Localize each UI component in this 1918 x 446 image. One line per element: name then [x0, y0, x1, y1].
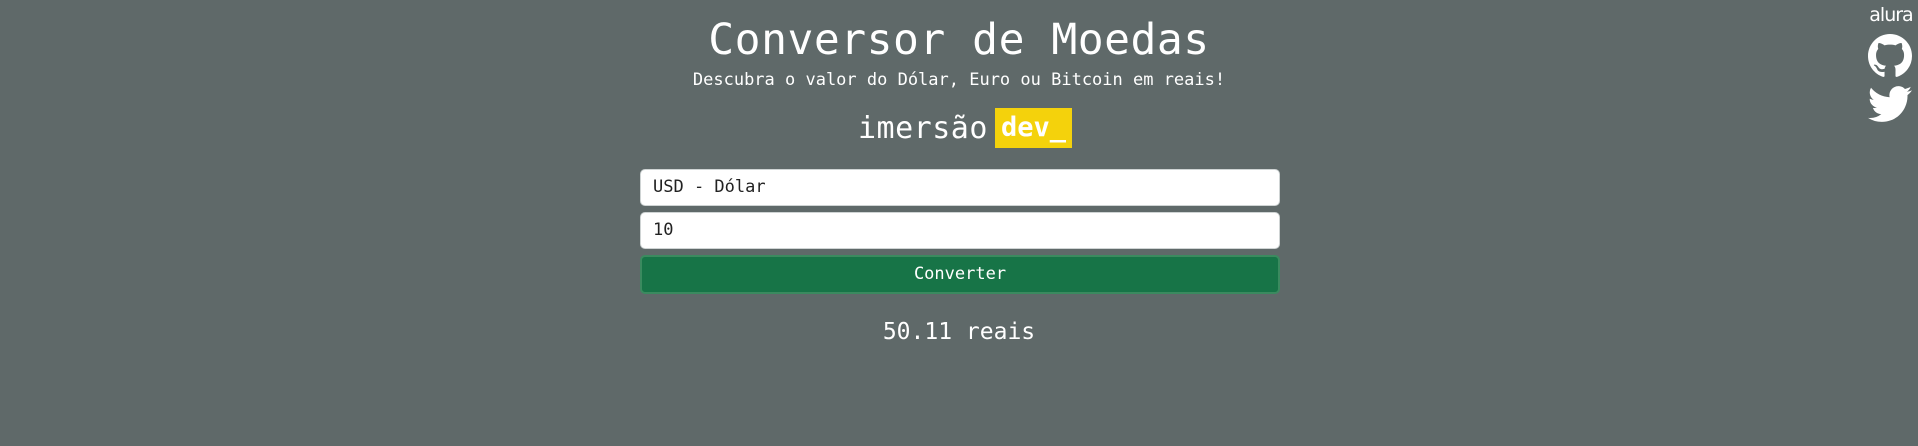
conversion-result: 50.11 reais — [882, 319, 1036, 345]
alura-link[interactable]: alura — [1868, 4, 1914, 26]
brand-word: imersão — [858, 110, 988, 146]
amount-input[interactable]: 10 — [640, 212, 1280, 249]
twitter-icon — [1868, 86, 1912, 122]
page-subtitle: Descubra o valor do Dólar, Euro ou Bitco… — [692, 70, 1226, 90]
page-title: Conversor de Moedas — [708, 15, 1210, 65]
convert-button[interactable]: Converter — [640, 255, 1280, 294]
brand-tag: dev_ — [994, 108, 1072, 148]
currency-select[interactable]: USD - Dólar — [640, 169, 1280, 206]
github-icon — [1868, 34, 1912, 77]
imersao-dev-logo: imersão dev_ — [858, 108, 1072, 148]
twitter-link[interactable] — [1868, 82, 1912, 126]
github-link[interactable] — [1868, 34, 1912, 78]
